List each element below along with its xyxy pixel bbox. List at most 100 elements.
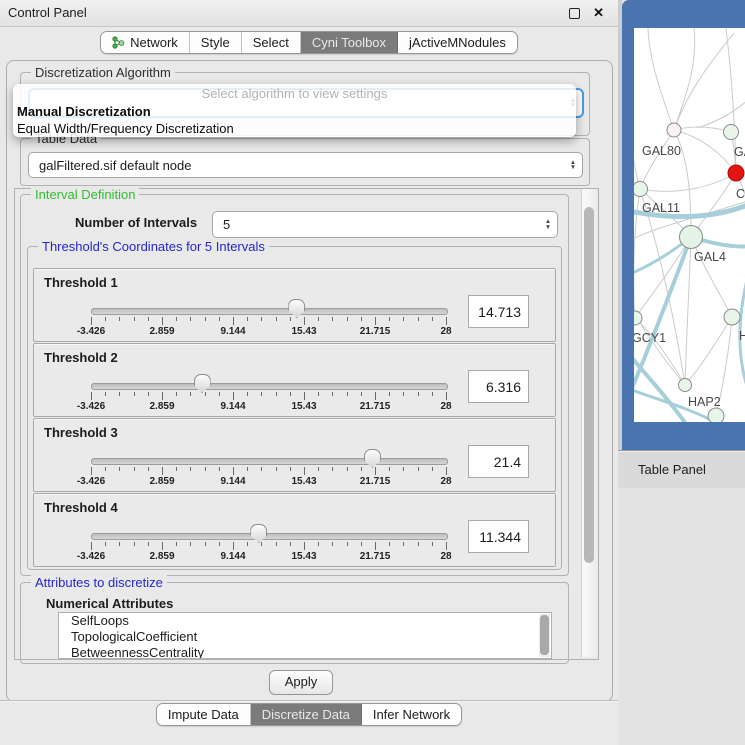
table-panel-titlebar: Table Panel [618,450,745,489]
network-edge[interactable] [674,28,695,130]
network-edge-highlighted[interactable] [740,268,745,383]
float-window-icon[interactable] [569,8,580,19]
slider-thumb[interactable] [288,299,305,318]
network-edge[interactable] [691,237,732,317]
panel-title: Control Panel [8,5,87,20]
close-icon[interactable]: ✕ [593,5,604,21]
threshold-label: Threshold 2 [44,350,118,365]
settings-vertical-scrollbar[interactable] [581,189,597,657]
slider-tick-labels: -3.4262.8599.14415.4321.71528 [91,401,446,413]
network-edge-highlighted[interactable] [634,237,691,388]
tick-label: 15.43 [291,326,316,337]
divider [0,700,618,701]
bottom-tab-bar: Impute Data Discretize DataInfer Network [0,703,618,726]
table-panel-body: ⚙ ✓ ✓ shared...na YDL19...YDL1YDR27...YD… [618,488,745,745]
network-edge[interactable] [674,127,731,132]
tab-style[interactable]: Style [190,32,242,53]
slider-ticks [91,467,446,476]
mode-tab-infer-network[interactable]: Infer Network [362,704,461,725]
threshold-value-field[interactable]: 21.4 [468,445,529,478]
group-title: Discretization Algorithm [31,65,175,80]
tab-cyni-toolbox[interactable]: Cyni Toolbox [301,32,398,53]
network-node-gal11[interactable] [634,182,648,197]
tab-network[interactable]: Network [101,32,190,53]
network-edge[interactable] [648,28,674,130]
threshold-2-panel: Threshold 2-3.4262.8599.14415.4321.71528… [33,343,556,417]
attribute-item-betweennesscentrality[interactable]: BetweennessCentrality [59,645,551,659]
network-edge[interactable] [640,130,674,189]
slider-track[interactable] [91,533,448,540]
threshold-4-panel: Threshold 4-3.4262.8599.14415.4321.71528… [33,493,556,567]
number-of-intervals-combobox[interactable]: 5 ▲▼ [212,211,558,238]
network-node-h[interactable] [724,309,740,325]
network-node-ga[interactable] [724,125,739,140]
network-node[interactable] [708,408,724,422]
slider-track[interactable] [91,383,448,390]
tick-label: 2.859 [149,326,174,337]
dropdown-items: Manual DiscretizationEqual Width/Frequen… [13,103,576,137]
network-edge[interactable] [634,128,640,189]
apply-button[interactable]: Apply [269,670,333,695]
network-canvas[interactable]: GAL80GACGAL11GAL4GCY1HHAP2 [634,28,745,422]
network-icon [112,36,125,49]
group-title: Interval Definition [31,187,139,202]
slider-thumb[interactable] [364,449,381,468]
screen: Control Panel ✕ Network Style Select Cyni T… [0,0,745,745]
network-edge-highlighted[interactable] [634,358,686,422]
slider-tick-labels: -3.4262.8599.14415.4321.71528 [91,476,446,488]
tick-label: 15.43 [291,551,316,562]
network-node-gal80[interactable] [667,123,681,137]
tick-label: 9.144 [220,401,245,412]
slider-tick-labels: -3.4262.8599.14415.4321.71528 [91,551,446,563]
tick-label: -3.426 [77,551,105,562]
tick-label: 2.859 [149,401,174,412]
algorithm-dropdown-popup: Select algorithm to view settings Manual… [13,84,576,137]
threshold-value-field[interactable]: 11.344 [468,520,529,553]
slider-track[interactable] [91,308,448,315]
threshold-value-field[interactable]: 14.713 [468,295,529,328]
attribute-item-topologicalcoefficient[interactable]: TopologicalCoefficient [59,629,551,645]
slider-thumb[interactable] [250,524,267,543]
tab-select[interactable]: Select [242,32,301,53]
tab-label: Cyni Toolbox [312,35,386,50]
list-scrollbar[interactable] [539,614,550,657]
network-node-hap2[interactable] [679,379,692,392]
tab-label: jActiveMNodules [409,35,506,50]
tab-label: Impute Data [168,707,239,722]
slider-ticks [91,317,446,326]
network-node-gal4[interactable] [680,226,703,249]
slider-track[interactable] [91,458,448,465]
network-edge[interactable] [634,189,640,318]
top-tab-bar: Network Style Select Cyni Toolbox jActiveMNo… [0,31,618,54]
dropdown-item-manual-discretization[interactable]: Manual Discretization [13,103,576,120]
network-edge[interactable] [635,318,685,385]
network-edge[interactable] [685,237,691,385]
network-edge[interactable] [674,33,734,130]
group-title: Attributes to discretize [31,575,167,590]
tick-label: 9.144 [220,326,245,337]
network-edge[interactable] [685,317,732,385]
slider-ticks [91,542,446,551]
network-node-c[interactable] [728,165,744,181]
dropdown-placeholder[interactable]: Select algorithm to view settings [13,84,576,103]
dropdown-item-equal-width-frequency-discretization[interactable]: Equal Width/Frequency Discretization [13,120,576,137]
attribute-item-selfloops[interactable]: SelfLoops [59,613,551,629]
table-data-combobox[interactable]: galFiltered.sif default node ▲▼ [28,152,583,178]
scrollbar-thumb[interactable] [584,207,594,563]
tab-jactivemnodules[interactable]: jActiveMNodules [398,32,517,53]
numerical-attributes-list[interactable]: SelfLoopsTopologicalCoefficientBetweenne… [58,612,552,659]
tick-label: 21.715 [360,476,391,487]
node-label: HAP2 [688,395,721,409]
tick-label: -3.426 [77,476,105,487]
group-title: Threshold's Coordinates for 5 Intervals [38,239,269,254]
tick-label: 15.43 [291,476,316,487]
network-edge[interactable] [697,98,745,128]
table-panel-title: Table Panel [638,462,706,477]
scrollbar-thumb[interactable] [540,615,549,655]
tab-label: Select [253,35,289,50]
mode-tab-impute-data[interactable]: Impute Data [157,704,251,725]
mode-tab-discretize-data[interactable]: Discretize Data [251,704,362,725]
threshold-value-field[interactable]: 6.316 [468,370,529,403]
slider-thumb[interactable] [194,374,211,393]
tab-label: Style [201,35,230,50]
